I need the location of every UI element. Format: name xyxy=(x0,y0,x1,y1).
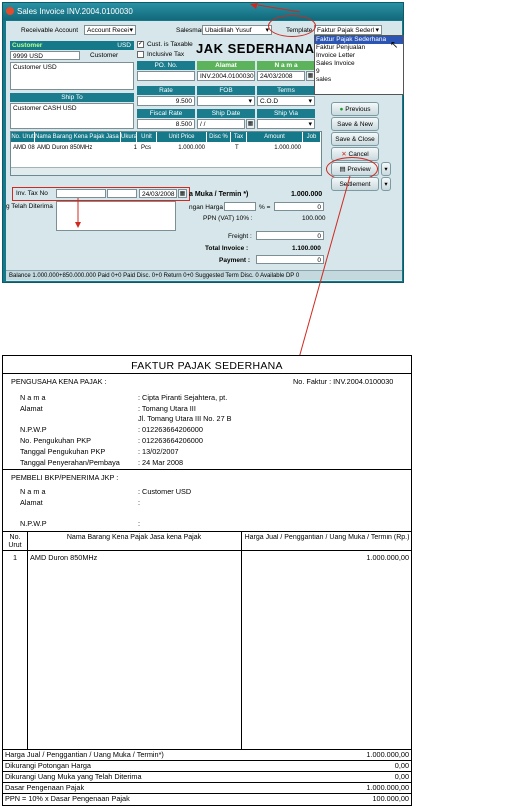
col-header-price: Harga Jual / Penggantian / Uang Muka / T… xyxy=(244,534,410,541)
divider xyxy=(3,373,411,374)
arrow-head xyxy=(250,3,258,9)
item-name: AMD Duron 850MHz xyxy=(30,553,98,562)
table-top-border xyxy=(3,531,411,532)
column-divider xyxy=(27,531,28,749)
buyer-field-label: N.P.W.P xyxy=(20,519,47,528)
seller-value: : 24 Mar 2008 xyxy=(138,458,184,467)
item-price: 1.000.000,00 xyxy=(366,553,409,562)
summary-label: Dasar Pengenaan Pajak xyxy=(5,783,85,792)
item-no: 1 xyxy=(13,553,18,562)
seller-label: No. Pengukuhan PKP xyxy=(20,436,91,445)
buyer-field-value: : Customer USD xyxy=(138,487,192,496)
seller-label: N.P.W.P xyxy=(20,425,47,434)
summary-label: Dikurangi Uang Muka yang Telah Diterima xyxy=(5,772,142,781)
summary-value: 100.000,00 xyxy=(372,794,409,803)
summary-label: Harga Jual / Penggantian / Uang Muka / T… xyxy=(5,750,164,759)
divider xyxy=(3,469,411,470)
seller-label: Tanggal Pengukuhan PKP xyxy=(20,447,106,456)
summary-value: 1.000.000,00 xyxy=(366,750,409,759)
seller-label: Alamat xyxy=(20,404,43,413)
pkp-label: PENGUSAHA KENA PAJAK : xyxy=(11,377,107,386)
faktur-document: FAKTUR PAJAK SEDERHANA PENGUSAHA KENA PA… xyxy=(2,355,412,806)
summary-label: PPN = 10% x Dasar Pengenaan Pajak xyxy=(5,794,130,803)
document-title: FAKTUR PAJAK SEDERHANA xyxy=(131,360,283,372)
buyer-field-label: N a m a xyxy=(20,487,46,496)
buyer-field-value: : xyxy=(138,498,141,507)
seller-label: Tanggal Penyerahan/Pembaya xyxy=(20,458,120,467)
seller-label: N a m a xyxy=(20,393,46,402)
summary-value: 0,00 xyxy=(394,772,409,781)
seller-value: : 13/02/2007 xyxy=(138,447,179,456)
seller-value: : Cipta Piranti Sejahtera, pt. xyxy=(138,393,228,402)
arrow-head xyxy=(75,222,81,228)
seller-value: Jl. Tomang Utara III No. 27 B xyxy=(138,414,232,423)
buyer-field-value: : xyxy=(138,519,141,528)
no-faktur: No. Faktur : INV.2004.0100030 xyxy=(293,377,394,386)
summary-value: 0,00 xyxy=(394,761,409,770)
divider xyxy=(3,550,411,551)
seller-value: : 012263664206000 xyxy=(138,425,203,434)
seller-value: : Tomang Utara III xyxy=(138,404,196,413)
col-header-no: No. Urut xyxy=(8,534,22,549)
buyer-label: PEMBELI BKP/PENERIMA JKP : xyxy=(11,473,119,482)
summary-label: Dikurangi Potongan Harga xyxy=(5,761,91,770)
summary-value: 1.000.000,00 xyxy=(366,783,409,792)
column-divider xyxy=(241,531,242,749)
seller-value: : 012263664206000 xyxy=(138,436,203,445)
buyer-field-label: Alamat xyxy=(20,498,43,507)
arrow-to-title xyxy=(257,4,301,13)
col-header-name: Nama Barang Kena Pajak Jasa kena Pajak xyxy=(66,534,202,541)
